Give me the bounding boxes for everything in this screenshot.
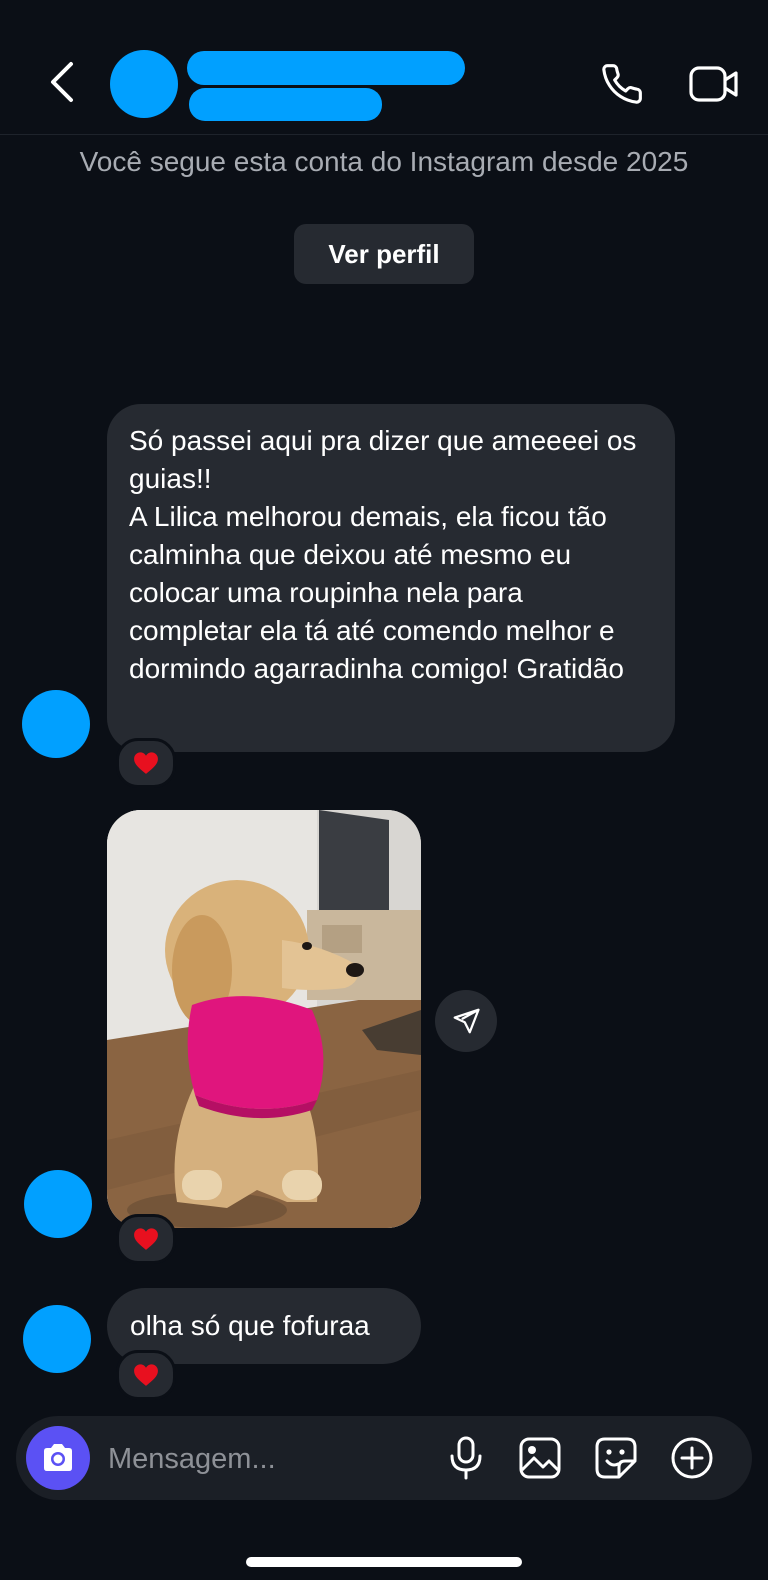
heart-reaction[interactable] [116, 738, 176, 788]
microphone-icon [450, 1436, 482, 1480]
message-text-line: Só passei aqui pra dizer que ameeeei os … [129, 425, 637, 494]
heart-icon [134, 1364, 158, 1386]
share-button[interactable] [435, 990, 497, 1052]
camera-icon [44, 1444, 72, 1471]
contact-username-redacted[interactable] [189, 88, 382, 121]
voice-message-button[interactable] [440, 1432, 492, 1484]
phone-icon [602, 64, 642, 104]
sticker-icon [595, 1437, 637, 1479]
video-call-icon [689, 66, 738, 102]
chat-header [0, 0, 768, 135]
video-call-button[interactable] [688, 60, 740, 108]
follow-info-text: Você segue esta conta do Instagram desde… [79, 146, 689, 177]
camera-button[interactable] [26, 1426, 90, 1490]
heart-reaction[interactable] [116, 1214, 176, 1264]
sender-avatar[interactable] [22, 690, 90, 758]
heart-icon [134, 1228, 158, 1250]
gallery-icon [519, 1437, 561, 1479]
gallery-button[interactable] [514, 1432, 566, 1484]
back-icon [51, 62, 73, 102]
dog-photo[interactable] [107, 810, 421, 1228]
heart-icon [134, 752, 158, 774]
sender-avatar[interactable] [23, 1305, 91, 1373]
add-content-button[interactable] [666, 1432, 718, 1484]
contact-name-redacted[interactable] [187, 51, 465, 85]
sticker-button[interactable] [590, 1432, 642, 1484]
view-profile-button[interactable]: Ver perfil [294, 224, 474, 284]
message-bubble[interactable]: Só passei aqui pra dizer que ameeeei os … [107, 404, 675, 752]
back-button[interactable] [42, 58, 82, 106]
sender-avatar[interactable] [24, 1170, 92, 1238]
contact-avatar[interactable] [110, 50, 178, 118]
message-text: olha só que fofuraa [130, 1310, 370, 1341]
send-icon [453, 1008, 480, 1034]
home-indicator[interactable] [246, 1557, 522, 1567]
audio-call-button[interactable] [598, 60, 646, 108]
message-text-line: A Lilica melhorou demais, ela ficou tão … [129, 501, 624, 684]
photo-image [107, 810, 421, 1228]
message-input[interactable] [106, 1432, 430, 1486]
add-icon [671, 1437, 713, 1479]
heart-reaction[interactable] [116, 1350, 176, 1400]
